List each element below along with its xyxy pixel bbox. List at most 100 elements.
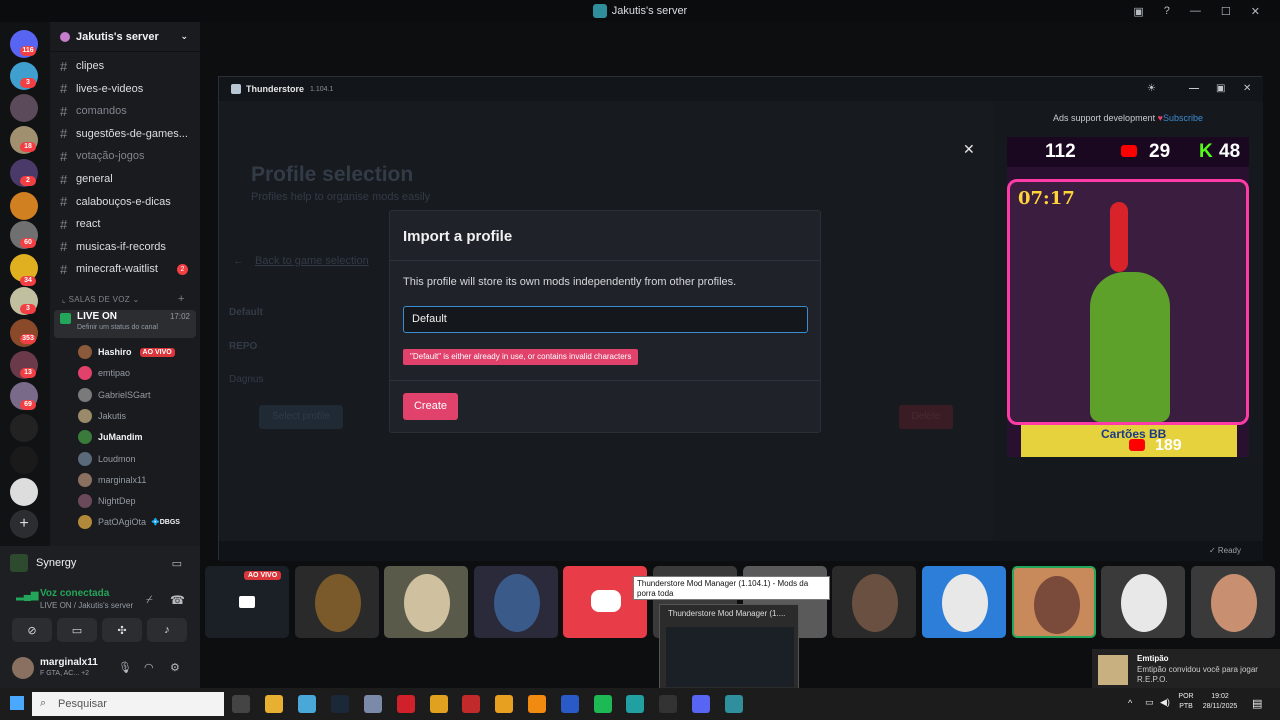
close-button[interactable]: ✕	[1251, 5, 1260, 18]
windows-start-icon[interactable]	[10, 696, 24, 710]
maximize-button[interactable]: ☐	[1221, 5, 1231, 18]
channel-item[interactable]: # musicas-if-records	[60, 238, 166, 256]
opera-icon[interactable]	[397, 695, 415, 713]
server-icon[interactable]	[10, 414, 38, 442]
profile-row[interactable]: Default	[229, 307, 263, 318]
profile-row[interactable]: Dagnus	[229, 374, 263, 385]
delete-profile-button[interactable]: Delete	[899, 405, 953, 429]
minimize-button[interactable]: —	[1190, 5, 1201, 17]
channel-item[interactable]: # minecraft-waitlist	[60, 260, 158, 278]
voice-connected-label[interactable]: Voz conectada	[40, 588, 109, 599]
camera-off-button[interactable]: ⊘	[12, 618, 52, 642]
task-view-icon[interactable]	[232, 695, 250, 713]
noise-suppression-icon[interactable]: ⌿	[146, 594, 153, 607]
voice-user[interactable]: Loudmon	[78, 450, 136, 468]
profile-name-input[interactable]: Default	[403, 306, 808, 333]
channel-item[interactable]: # votação-jogos	[60, 147, 145, 165]
close-modal-icon[interactable]: ✕	[963, 141, 975, 158]
channel-item[interactable]: # react	[60, 215, 100, 233]
channel-item[interactable]: # lives-e-videos	[60, 80, 143, 98]
ts-maximize-button[interactable]: ▣	[1216, 83, 1225, 94]
voice-user[interactable]: emtipao	[78, 364, 130, 382]
soundboard-button[interactable]: ♪	[147, 618, 187, 642]
channel-item[interactable]: # sugestões-de-games...	[60, 125, 188, 143]
steam-icon[interactable]	[331, 695, 349, 713]
voice-user[interactable]: Jakutis	[78, 407, 126, 425]
taskbar-search[interactable]: Pesquisar	[32, 692, 224, 716]
participant-tile[interactable]	[832, 566, 916, 638]
volume-icon[interactable]: ◀)	[1160, 697, 1170, 708]
voice-user[interactable]: JuMandim	[78, 428, 143, 446]
app-icon[interactable]	[626, 695, 644, 713]
voice-user[interactable]: marginalx11	[78, 471, 146, 489]
notification-center-icon[interactable]: ▤	[1252, 697, 1262, 710]
server-icon[interactable]	[10, 192, 38, 220]
microphone-icon[interactable]: 🎙	[118, 661, 132, 674]
avatar[interactable]	[12, 657, 34, 679]
profile-row[interactable]: REPO	[229, 341, 257, 352]
voice-channel-live-on[interactable]: LIVE ON 17:02 Definir um status do canal	[54, 310, 196, 338]
add-server-icon[interactable]: +	[10, 510, 38, 538]
theme-icon[interactable]: ☀	[1147, 83, 1156, 94]
app-icon[interactable]	[659, 695, 677, 713]
server-icon[interactable]	[10, 446, 38, 474]
voice-user[interactable]: NightDep	[78, 492, 136, 510]
inbox-icon[interactable]: ▣	[1133, 5, 1143, 18]
ad-image[interactable]: 112 29 K 48 07:17 Cartões BB 189	[1007, 137, 1249, 457]
channel-item[interactable]: # clipes	[60, 57, 104, 75]
notification-toast[interactable]: Emtipão Emtipão convidou você para jogar…	[1092, 649, 1280, 691]
file-explorer-icon[interactable]	[265, 695, 283, 713]
help-icon[interactable]: ?	[1164, 5, 1170, 17]
select-profile-button[interactable]: Select profile	[259, 405, 343, 429]
channel-item[interactable]: # comandos	[60, 102, 127, 120]
ts-close-button[interactable]: ✕	[1243, 83, 1251, 94]
participant-tile[interactable]	[384, 566, 468, 638]
participant-tile[interactable]	[1012, 566, 1096, 638]
spotify-icon[interactable]	[594, 695, 612, 713]
server-header[interactable]: Jakutis's server ⌄	[50, 22, 200, 52]
subscribe-link[interactable]: Subscribe	[1163, 113, 1203, 123]
participant-tile[interactable]	[474, 566, 558, 638]
headset-icon[interactable]: ◠	[144, 661, 154, 674]
server-icon[interactable]	[10, 478, 38, 506]
add-channel-icon[interactable]: +	[178, 293, 184, 305]
screen-share-button[interactable]: ▭	[57, 618, 97, 642]
discord-icon[interactable]	[692, 695, 710, 713]
activities-button[interactable]: ✣	[102, 618, 142, 642]
language-indicator[interactable]: POR PTB	[1178, 692, 1194, 712]
disconnect-icon[interactable]: ☎	[170, 593, 185, 607]
vlc-icon[interactable]	[528, 695, 546, 713]
clock[interactable]: 19:02 28/11/2025	[1198, 692, 1242, 712]
app-icon[interactable]	[462, 695, 480, 713]
voice-user[interactable]: PatOAgiOta 💠DBGS	[78, 513, 180, 531]
chevron-down-icon[interactable]: ⌄	[180, 31, 188, 42]
back-link[interactable]: Back to game selection	[255, 255, 369, 267]
tray-chevron-icon[interactable]: ^	[1128, 698, 1132, 708]
channel-item[interactable]: # calabouços-e-dicas	[60, 193, 171, 211]
window-preview[interactable]: Thunderstore Mod Manager (1....	[659, 604, 799, 692]
voice-category-label[interactable]: ⌞ SALAS DE VOZ ⌄	[62, 295, 140, 304]
participant-tile[interactable]	[922, 566, 1006, 638]
activity-row[interactable]: Synergy ▭	[10, 552, 200, 574]
voice-channel-status[interactable]: Definir um status do canal	[77, 324, 158, 331]
network-icon[interactable]: ▭	[1145, 697, 1154, 708]
participant-tile[interactable]	[1191, 566, 1275, 638]
chrome-icon[interactable]	[430, 695, 448, 713]
thunderstore-icon[interactable]	[725, 695, 743, 713]
create-button[interactable]: Create	[403, 393, 458, 420]
back-arrow-icon[interactable]: ←	[233, 255, 244, 267]
app-icon[interactable]	[364, 695, 382, 713]
voice-user[interactable]: Hashiro AO VIVO	[78, 343, 175, 361]
channel-item[interactable]: # general	[60, 170, 113, 188]
app-icon[interactable]	[561, 695, 579, 713]
server-icon[interactable]	[10, 94, 38, 122]
current-user[interactable]: marginalx11 F GTA, AC... +2 🎙 ◠ ⚙	[12, 655, 192, 683]
app-icon[interactable]	[298, 695, 316, 713]
media-player-icon[interactable]	[495, 695, 513, 713]
participant-tile[interactable]	[1101, 566, 1185, 638]
ts-minimize-button[interactable]: —	[1189, 83, 1199, 94]
voice-location[interactable]: LIVE ON / Jakutis's server	[40, 601, 133, 610]
gear-icon[interactable]: ⚙	[170, 661, 180, 674]
activity-icon[interactable]: ▭	[172, 557, 182, 570]
voice-user[interactable]: GabrielSGart	[78, 386, 151, 404]
